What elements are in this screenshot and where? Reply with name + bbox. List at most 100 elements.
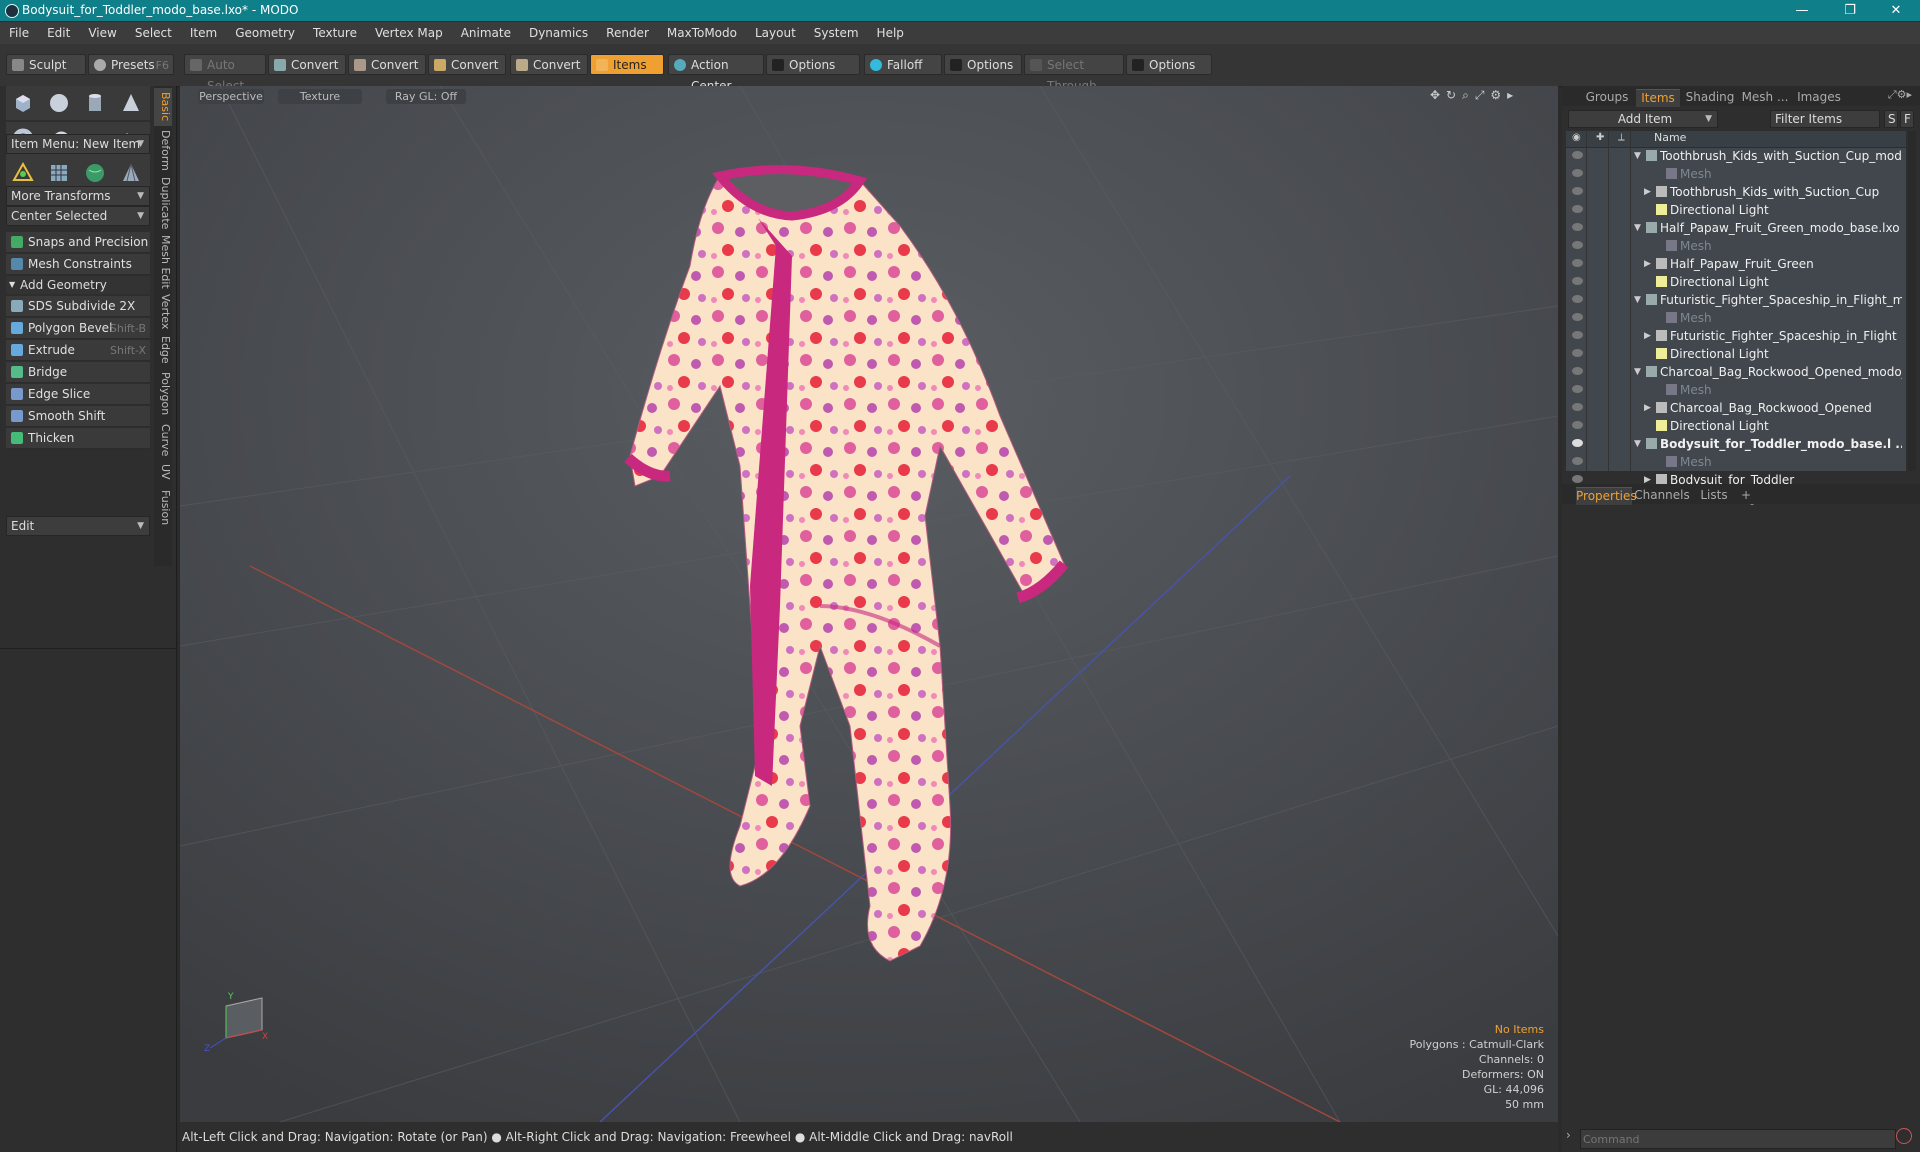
visibility-eye-icon[interactable] [1572, 421, 1583, 429]
menu-layout[interactable]: Layout [746, 22, 805, 44]
tab-items[interactable]: Items [1636, 89, 1680, 107]
expand-triangle-icon[interactable]: ▼ [1634, 363, 1641, 381]
tree-row-scene[interactable]: ▼ Charcoal_Bag_Rockwood_Opened_modo_ ... [1566, 363, 1906, 381]
tab-mesh-edit[interactable]: Mesh Edit [154, 234, 172, 290]
minimize-button[interactable]: — [1782, 1, 1822, 20]
tab-properties[interactable]: Properties [1576, 487, 1637, 505]
visibility-eye-icon[interactable] [1572, 313, 1583, 321]
add-tab-button[interactable]: + [1738, 487, 1754, 504]
array-icon[interactable] [118, 160, 144, 186]
action-center-button[interactable]: Action Center [668, 54, 764, 93]
visibility-eye-icon[interactable] [1572, 331, 1583, 339]
tree-row-scene[interactable]: ▼ Half_Papaw_Fruit_Green_modo_base.lxo [1566, 219, 1906, 237]
expand-triangle-icon[interactable]: ▼ [1634, 435, 1641, 453]
snaps-precision-button[interactable]: Snaps and Precision [6, 232, 150, 253]
globe-icon[interactable] [82, 160, 108, 186]
command-input[interactable] [1580, 1129, 1896, 1149]
visibility-eye-icon[interactable] [1572, 349, 1583, 357]
menu-animate[interactable]: Animate [452, 22, 520, 44]
auto-select-button[interactable]: Auto Select [184, 54, 266, 93]
visibility-eye-icon[interactable] [1572, 259, 1583, 267]
menu-texture[interactable]: Texture [304, 22, 366, 44]
menu-dynamics[interactable]: Dynamics [520, 22, 597, 44]
tab-vertex[interactable]: Vertex [154, 292, 172, 332]
bridge-button[interactable]: Bridge [6, 362, 150, 383]
select-through-button[interactable]: Select Through [1024, 54, 1124, 93]
record-icon[interactable] [1896, 1128, 1912, 1144]
visibility-eye-icon[interactable] [1572, 403, 1583, 411]
visibility-eye-icon[interactable] [1572, 223, 1583, 231]
tree-row-group[interactable]: ▶ Half_Papaw_Fruit_Green [1566, 255, 1906, 273]
collapsed-triangle-icon[interactable]: ▶ [1644, 255, 1651, 273]
cone-primitive-icon[interactable] [118, 90, 144, 116]
tab-curve[interactable]: Curve [154, 422, 172, 458]
edit-dropdown[interactable]: Edit ▼ [6, 516, 150, 536]
menu-maxtomodo[interactable]: MaxToModo [658, 22, 746, 44]
smooth-shift-button[interactable]: Smooth Shift [6, 406, 150, 427]
visibility-eye-icon[interactable] [1572, 439, 1583, 447]
edge-slice-button[interactable]: Edge Slice [6, 384, 150, 405]
expand-triangle-icon[interactable]: ▼ [1634, 147, 1641, 165]
visibility-eye-icon[interactable] [1572, 151, 1583, 159]
item-menu-dropdown[interactable]: Item Menu: New Item ▼ [6, 134, 150, 154]
visibility-eye-icon[interactable] [1572, 205, 1583, 213]
tab-duplicate[interactable]: Duplicate [154, 174, 172, 232]
falloff-options-button[interactable]: Options [944, 54, 1022, 75]
visibility-eye-icon[interactable] [1572, 475, 1583, 483]
menu-file[interactable]: File [0, 22, 38, 44]
visibility-eye-icon[interactable] [1572, 277, 1583, 285]
more-transforms-dropdown[interactable]: More Transforms ▼ [6, 186, 150, 206]
viewport-nav-icons[interactable]: ✥↻⌕⤢⚙▸ [1430, 88, 1540, 104]
panel-options-icon[interactable]: ⤢⚙▸ [1888, 88, 1912, 102]
tree-row-scene[interactable]: ▼ Toothbrush_Kids_with_Suction_Cup_modo .… [1566, 147, 1906, 165]
tree-row-group[interactable]: ▶ Toothbrush_Kids_with_Suction_Cup [1566, 183, 1906, 201]
tab-fusion[interactable]: Fusion [154, 486, 172, 530]
tab-edge[interactable]: Edge [154, 334, 172, 366]
maximize-button[interactable]: ❐ [1830, 1, 1870, 20]
grid-icon[interactable] [46, 160, 72, 186]
action-options-button[interactable]: Options [766, 54, 860, 75]
close-button[interactable]: ✕ [1876, 1, 1916, 20]
filter-items-input[interactable]: Filter Items [1770, 110, 1880, 128]
tab-groups[interactable]: Groups [1582, 89, 1632, 106]
convert-vertices-button[interactable]: Convert [268, 54, 346, 75]
tab-basic[interactable]: Basic [154, 88, 172, 126]
visibility-eye-icon[interactable] [1572, 457, 1583, 465]
tree-row-scene[interactable]: ▼ Bodysuit_for_Toddler_modo_base.l ... [1566, 435, 1906, 453]
convert-polygons-button[interactable]: Convert [428, 54, 506, 75]
menu-render[interactable]: Render [597, 22, 658, 44]
tab-shading[interactable]: Shading [1682, 89, 1738, 106]
menu-system[interactable]: System [805, 22, 868, 44]
tree-row-scene[interactable]: ▼ Futuristic_Fighter_Spaceship_in_Flight_… [1566, 291, 1906, 309]
convert-edges-button[interactable]: Convert [348, 54, 426, 75]
3d-viewport[interactable]: Y Z X Perspective Texture Ray GL: Off ✥↻… [180, 86, 1558, 1122]
extrude-button[interactable]: Extrude Shift-X [6, 340, 150, 361]
falloff-button[interactable]: Falloff [864, 54, 942, 75]
menu-item[interactable]: Item [181, 22, 226, 44]
tree-row-light[interactable]: Directional Light [1566, 417, 1906, 435]
tab-deform[interactable]: Deform [154, 128, 172, 172]
command-expand-icon[interactable]: › [1566, 1128, 1571, 1142]
add-item-dropdown[interactable]: Add Item ▼ [1568, 110, 1718, 128]
tab-images[interactable]: Images [1794, 89, 1844, 106]
sculpt-button[interactable]: Sculpt [6, 54, 86, 75]
tree-row-group[interactable]: ▶ Charcoal_Bag_Rockwood_Opened [1566, 399, 1906, 417]
tree-row-mesh[interactable]: Mesh [1566, 381, 1906, 399]
shading-texture-button[interactable]: Texture [278, 89, 362, 104]
sphere-primitive-icon[interactable] [46, 90, 72, 116]
menu-geometry[interactable]: Geometry [226, 22, 304, 44]
visibility-eye-icon[interactable] [1572, 169, 1583, 177]
tree-row-mesh[interactable]: Mesh [1566, 309, 1906, 327]
items-mode-button[interactable]: Items [590, 54, 664, 75]
select-options-button[interactable]: Options [1126, 54, 1212, 75]
mesh-constraints-button[interactable]: Mesh Constraints [6, 254, 150, 275]
polygon-bevel-button[interactable]: Polygon Bevel Shift-B [6, 318, 150, 339]
tree-row-group[interactable]: ▶ Futuristic_Fighter_Spaceship_in_Flight [1566, 327, 1906, 345]
filter-s-button[interactable]: S [1884, 110, 1898, 128]
tree-row-mesh[interactable]: Mesh [1566, 453, 1906, 471]
tree-row-mesh[interactable]: Mesh [1566, 237, 1906, 255]
cube-primitive-icon[interactable] [10, 90, 36, 116]
sds-subdivide-button[interactable]: SDS Subdivide 2X [6, 296, 150, 317]
item-list-scrollbar[interactable] [1908, 131, 1916, 471]
cylinder-primitive-icon[interactable] [82, 90, 108, 116]
